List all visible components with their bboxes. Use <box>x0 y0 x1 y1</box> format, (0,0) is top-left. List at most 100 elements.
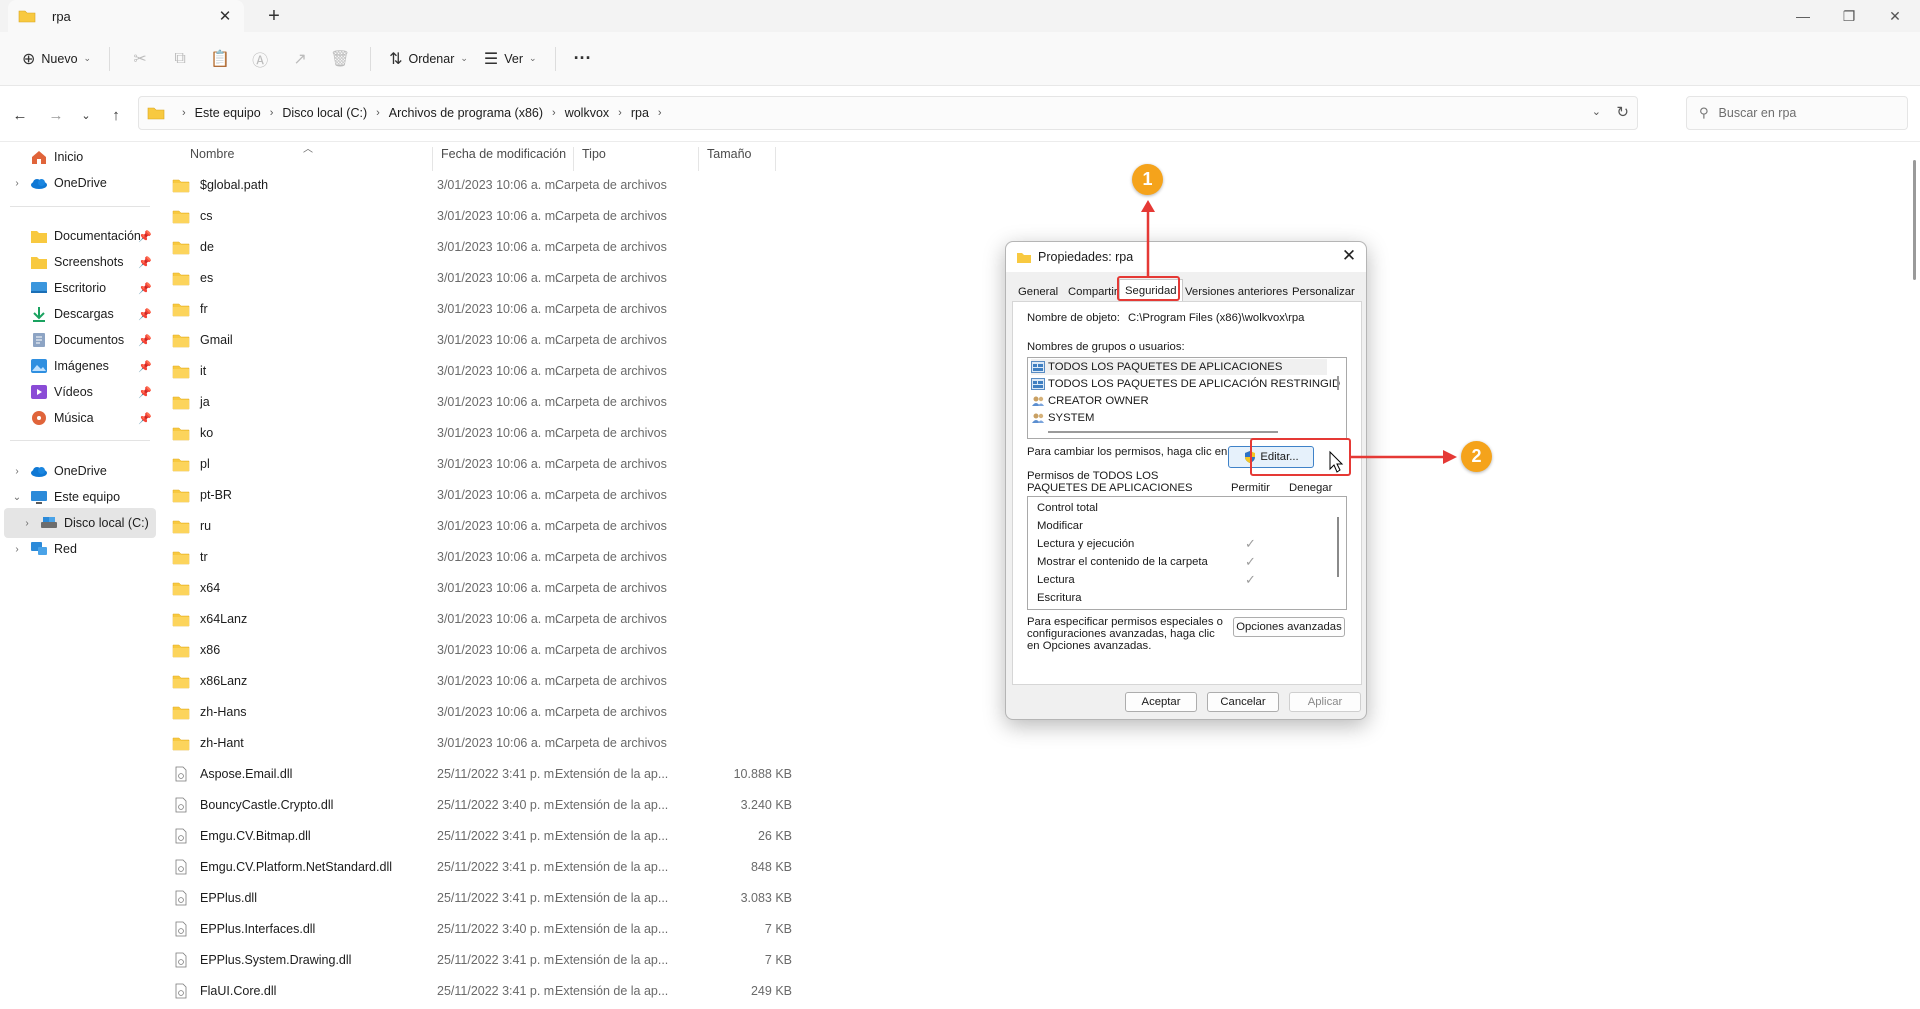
list-item[interactable]: TODOS LOS PAQUETES DE APLICACIONES <box>1031 359 1327 375</box>
maximize-button[interactable]: ❐ <box>1826 0 1872 32</box>
table-row[interactable]: ja 3/01/2023 10:06 a. m. Carpeta de archiv… <box>172 386 792 417</box>
table-row[interactable]: EPPlus.dll 25/11/2022 3:41 p. m. Extensión… <box>172 882 792 913</box>
breadcrumb-wolkvox[interactable]: wolkvox <box>565 106 609 120</box>
table-row[interactable]: ru 3/01/2023 10:06 a. m. Carpeta de archiv… <box>172 510 792 541</box>
chevron-right-icon[interactable]: › <box>10 178 24 189</box>
chevron-right-icon[interactable]: › <box>270 107 274 119</box>
table-row[interactable]: EPPlus.System.Drawing.dll 25/11/2022 3:41… <box>172 944 792 975</box>
address-dropdown-icon[interactable]: ⌄ <box>1592 105 1601 118</box>
column-header-type[interactable]: Tipo <box>573 147 606 171</box>
cut-icon[interactable]: ✂ <box>120 42 160 76</box>
address-bar[interactable]: › Este equipo › Disco local (C:) › Archi… <box>138 96 1638 130</box>
new-tab-button[interactable]: + <box>262 4 286 28</box>
chevron-right-icon[interactable]: › <box>376 107 380 119</box>
table-row[interactable]: Aspose.Email.dll 25/11/2022 3:41 p. m. Ext… <box>172 758 792 789</box>
table-row[interactable]: ko 3/01/2023 10:06 a. m. Carpeta de archiv… <box>172 417 792 448</box>
table-row[interactable]: Emgu.CV.Platform.NetStandard.dll 25/11/20… <box>172 851 792 882</box>
breadcrumb-este-equipo[interactable]: Este equipo <box>195 106 261 120</box>
tab-personalizar[interactable]: Personalizar <box>1292 282 1355 302</box>
list-horizontal-scrollbar[interactable] <box>1048 431 1278 433</box>
table-row[interactable]: es 3/01/2023 10:06 a. m. Carpeta de archiv… <box>172 262 792 293</box>
permissions-vertical-scrollbar[interactable] <box>1337 517 1339 577</box>
dialog-close-icon[interactable]: ✕ <box>1338 246 1360 266</box>
window-close-button[interactable]: ✕ <box>1872 0 1918 32</box>
table-row[interactable]: it 3/01/2023 10:06 a. m. Carpeta de archiv… <box>172 355 792 386</box>
groups-users-list[interactable]: TODOS LOS PAQUETES DE APLICACIONES TODOS… <box>1027 357 1347 439</box>
list-item[interactable]: TODOS LOS PAQUETES DE APLICACIÓN RESTRIN… <box>1031 376 1340 392</box>
breadcrumb-rpa[interactable]: rpa <box>631 106 649 120</box>
paste-icon[interactable]: 📋 <box>200 42 240 76</box>
column-header-size[interactable]: Tamaño <box>698 147 751 171</box>
permissions-list[interactable]: Control total Modificar Lectura y ejecució… <box>1027 496 1347 610</box>
list-item[interactable]: SYSTEM <box>1031 410 1094 426</box>
forward-button[interactable]: → <box>42 102 70 128</box>
table-row[interactable]: x86 3/01/2023 10:06 a. m. Carpeta de archi… <box>172 634 792 665</box>
breadcrumb-disco-local[interactable]: Disco local (C:) <box>282 106 367 120</box>
sidebar-item-musica[interactable]: Música 📌 <box>0 403 158 433</box>
pin-icon[interactable]: 📌 <box>138 360 152 373</box>
sidebar-item-onedrive[interactable]: › OneDrive <box>0 168 158 198</box>
pin-icon[interactable]: 📌 <box>138 282 152 295</box>
view-button[interactable]: ☰ Ver ⌄ <box>476 42 545 76</box>
cancel-button[interactable]: Cancelar <box>1207 692 1279 712</box>
table-row[interactable]: Gmail 3/01/2023 10:06 a. m. Carpeta de arc… <box>172 324 792 355</box>
chevron-right-icon[interactable]: › <box>10 544 24 555</box>
breadcrumb-archivos-programa[interactable]: Archivos de programa (x86) <box>389 106 543 120</box>
table-row[interactable]: x64Lanz 3/01/2023 10:06 a. m. Carpeta de a… <box>172 603 792 634</box>
pin-icon[interactable]: 📌 <box>138 412 152 425</box>
chevron-right-icon[interactable]: › <box>20 518 34 529</box>
table-row[interactable]: de 3/01/2023 10:06 a. m. Carpeta de archiv… <box>172 231 792 262</box>
table-row[interactable]: x86Lanz 3/01/2023 10:06 a. m. Carpeta de a… <box>172 665 792 696</box>
search-box[interactable]: ⚲ <box>1686 96 1908 130</box>
table-row[interactable]: cs 3/01/2023 10:06 a. m. Carpeta de archiv… <box>172 200 792 231</box>
table-row[interactable]: tr 3/01/2023 10:06 a. m. Carpeta de archiv… <box>172 541 792 572</box>
table-row[interactable]: pt-BR 3/01/2023 10:06 a. m. Carpeta de arc… <box>172 479 792 510</box>
column-header-name[interactable]: Nombre <box>182 147 234 171</box>
more-options-button[interactable]: ··· <box>566 42 606 76</box>
refresh-icon[interactable]: ↻ <box>1616 103 1629 121</box>
rename-icon[interactable]: Ⓐ <box>240 42 280 76</box>
back-button[interactable]: ← <box>6 102 34 128</box>
advanced-options-button[interactable]: Opciones avanzadas <box>1233 617 1345 637</box>
recent-locations-button[interactable]: ⌄ <box>72 102 100 128</box>
table-row[interactable]: BouncyCastle.Crypto.dll 25/11/2022 3:40 p… <box>172 789 792 820</box>
pin-icon[interactable]: 📌 <box>138 334 152 347</box>
table-row[interactable]: zh-Hant 3/01/2023 10:06 a. m. Carpeta de a… <box>172 727 792 758</box>
table-row[interactable]: FlaUI.Core.dll 25/11/2022 3:41 p. m. Exten… <box>172 975 792 1006</box>
close-tab-icon[interactable]: ✕ <box>216 7 234 25</box>
table-row[interactable]: Emgu.CV.Bitmap.dll 25/11/2022 3:41 p. m. E… <box>172 820 792 851</box>
chevron-right-icon[interactable]: › <box>552 107 556 119</box>
table-row[interactable]: zh-Hans 3/01/2023 10:06 a. m. Carpeta de a… <box>172 696 792 727</box>
ok-button[interactable]: Aceptar <box>1125 692 1197 712</box>
apply-button[interactable]: Aplicar <box>1289 692 1361 712</box>
share-icon[interactable]: ↗ <box>280 42 320 76</box>
new-button[interactable]: ⊕ Nuevo ⌄ <box>14 42 99 76</box>
delete-icon[interactable]: 🗑 <box>320 42 360 76</box>
table-row[interactable]: pl 3/01/2023 10:06 a. m. Carpeta de archiv… <box>172 448 792 479</box>
table-row[interactable]: EPPlus.Interfaces.dll 25/11/2022 3:40 p. … <box>172 913 792 944</box>
pin-icon[interactable]: 📌 <box>138 256 152 269</box>
minimize-button[interactable]: — <box>1780 0 1826 32</box>
table-row[interactable]: x64 3/01/2023 10:06 a. m. Carpeta de archi… <box>172 572 792 603</box>
sidebar-item-red[interactable]: › Red <box>0 534 158 564</box>
vertical-scrollbar[interactable] <box>1913 160 1916 280</box>
tab-compartir[interactable]: Compartir <box>1068 282 1118 302</box>
pin-icon[interactable]: 📌 <box>138 230 152 243</box>
up-button[interactable]: ↑ <box>102 102 130 128</box>
table-row[interactable]: fr 3/01/2023 10:06 a. m. Carpeta de archiv… <box>172 293 792 324</box>
list-item[interactable]: CREATOR OWNER <box>1031 393 1149 409</box>
pin-icon[interactable]: 📌 <box>138 386 152 399</box>
tab-versiones-anteriores[interactable]: Versiones anteriores <box>1185 282 1288 302</box>
copy-icon[interactable]: ⧉ <box>160 42 200 76</box>
tab-rpa[interactable]: rpa ✕ <box>8 0 244 32</box>
chevron-right-icon[interactable]: › <box>10 466 24 477</box>
chevron-down-icon[interactable]: ⌄ <box>10 492 24 503</box>
search-input[interactable] <box>1718 106 1889 120</box>
chevron-right-icon[interactable]: › <box>618 107 622 119</box>
table-row[interactable]: $global.path 3/01/2023 10:06 a. m. Carpeta… <box>172 169 792 200</box>
sort-button[interactable]: ⇅ Ordenar ⌄ <box>381 42 476 76</box>
pin-icon[interactable]: 📌 <box>138 308 152 321</box>
tab-general[interactable]: General <box>1018 282 1058 302</box>
column-header-date[interactable]: Fecha de modificación <box>432 147 566 171</box>
list-vertical-scrollbar[interactable] <box>1337 376 1339 390</box>
